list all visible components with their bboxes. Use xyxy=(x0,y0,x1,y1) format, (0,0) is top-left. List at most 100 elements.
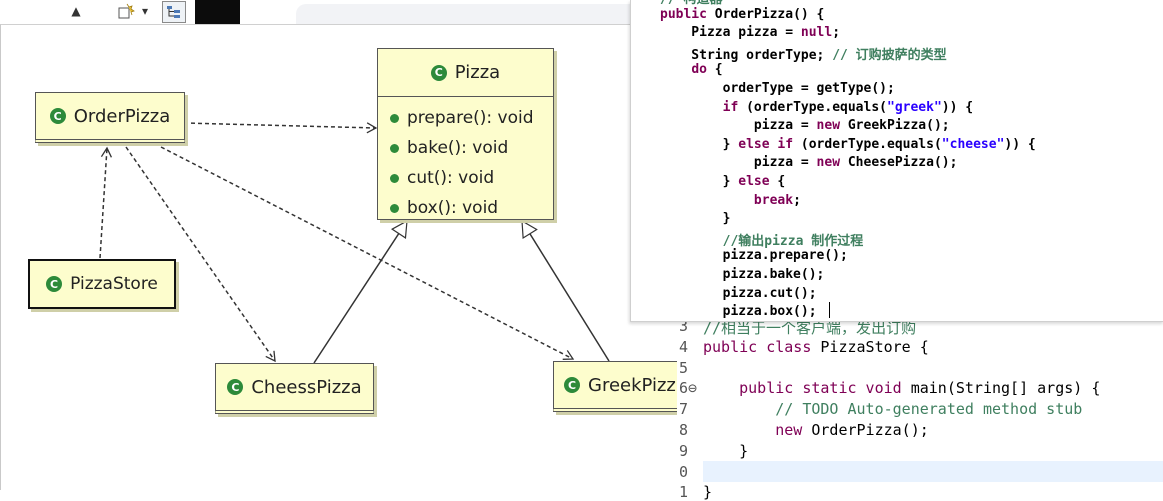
code-token: pizza = xyxy=(660,155,817,171)
code-line[interactable]: break; xyxy=(660,193,801,208)
method-item[interactable]: cut(): void xyxy=(378,163,553,193)
code-line[interactable]: orderType = getType(); xyxy=(660,81,895,96)
code-token: // xyxy=(703,400,803,419)
code-token: pizza.bake(); xyxy=(660,267,825,282)
method-label: prepare(): void xyxy=(407,108,534,128)
public-method-icon xyxy=(390,113,399,123)
code-token: OrderPizza(); xyxy=(811,421,929,439)
code-line[interactable]: pizza.prepare(); xyxy=(660,248,848,263)
code-token: pizza = xyxy=(660,118,817,134)
dark-panel xyxy=(195,0,240,24)
toolbar: ▲ ▾ xyxy=(0,0,300,24)
code-editor-pizzastore[interactable]: 3 4 5 6⊖ 7 8 9 0 1 //相当于一个客户端，发出订购 public class P… xyxy=(677,317,1163,501)
class-header-pizza: C Pizza xyxy=(378,49,553,97)
code-line[interactable]: pizza.cut(); xyxy=(660,286,817,301)
code-token: do xyxy=(691,62,707,78)
line-number: 5 xyxy=(679,358,689,377)
code-line[interactable]: } xyxy=(703,483,712,501)
code-line[interactable]: //输出pizza 制作过程 xyxy=(660,230,864,249)
class-icon: C xyxy=(227,379,244,395)
code-token: PizzaStore { xyxy=(820,337,929,356)
code-line[interactable]: Pizza pizza = null; xyxy=(660,25,840,40)
code-token: OrderPizza() { xyxy=(714,6,825,22)
dropdown-arrow-icon[interactable]: ▾ xyxy=(138,1,152,21)
code-line[interactable]: } else if (orderType.equals("cheese")) { xyxy=(660,137,1036,152)
code-line[interactable]: } else { xyxy=(660,174,786,189)
code-token: )) { xyxy=(1004,136,1036,152)
generalization-cheesspizza-pizza xyxy=(313,219,408,364)
code-line[interactable]: pizza.box(); xyxy=(660,304,817,319)
public-method-icon xyxy=(390,173,399,183)
line-number: 6⊖ xyxy=(679,379,698,398)
class-name-orderpizza: OrderPizza xyxy=(73,105,171,127)
class-name-greekpizza: GreekPizz xyxy=(588,374,676,396)
code-line[interactable]: public static void main(String[] args) { xyxy=(703,379,1100,397)
editor-tab-strip xyxy=(296,4,636,26)
method-label: cut(): void xyxy=(407,168,495,188)
code-token: else xyxy=(738,174,770,189)
class-box-cheesspizza[interactable]: C CheessPizza xyxy=(215,363,374,414)
code-line[interactable]: } xyxy=(660,211,731,226)
code-token: pizza.cut(); xyxy=(660,285,817,301)
code-token: GreekPizza(); xyxy=(840,118,950,134)
code-line[interactable]: new OrderPizza(); xyxy=(703,421,929,439)
method-item[interactable]: box(): void xyxy=(378,193,553,223)
code-line[interactable]: pizza = new CheesePizza(); xyxy=(660,155,958,171)
code-token: new xyxy=(775,421,812,439)
class-icon: C xyxy=(564,377,580,393)
class-icon: C xyxy=(49,108,66,124)
class-box-pizzastore[interactable]: C PizzaStore xyxy=(28,259,176,309)
scroll-up-arrow-icon[interactable]: ▲ xyxy=(66,1,86,21)
code-token: } xyxy=(703,483,713,501)
outline-icon[interactable] xyxy=(162,1,186,23)
code-token: ; xyxy=(832,25,841,41)
class-header-orderpizza: C OrderPizza xyxy=(36,93,184,139)
class-box-orderpizza[interactable]: C OrderPizza xyxy=(35,92,185,143)
line-number: 9 xyxy=(679,441,689,460)
class-icon: C xyxy=(430,64,447,81)
code-token: CheesePizza(); xyxy=(840,155,958,171)
code-token: )) { xyxy=(941,99,974,115)
class-name-cheesspizza: CheessPizza xyxy=(251,376,362,398)
code-token: (orderType.equals( xyxy=(738,99,887,115)
code-line[interactable]: String orderType; // 订购披萨的类型 xyxy=(660,44,946,63)
code-line[interactable]: public OrderPizza() { xyxy=(660,7,824,22)
code-editor-orderpizza[interactable]: // 构造器public OrderPizza() { Pizza pizza … xyxy=(630,0,1163,322)
line-number: 4 xyxy=(679,337,689,356)
class-box-pizza[interactable]: C Pizza prepare(): void bake(): void cut… xyxy=(377,48,554,220)
code-line[interactable]: if (orderType.equals("greek")) { xyxy=(660,100,973,115)
code-line[interactable]: pizza.bake(); xyxy=(660,267,825,282)
new-class-icon[interactable] xyxy=(115,1,137,21)
code-line[interactable]: do { xyxy=(660,62,722,78)
code-token: null xyxy=(800,25,833,41)
code-token: "cheese" xyxy=(941,136,1005,152)
code-token: public static void xyxy=(739,379,911,398)
code-token: } xyxy=(703,441,749,460)
method-label: bake(): void xyxy=(407,138,509,158)
code-line[interactable]: public class PizzaStore { xyxy=(703,338,929,356)
code-token: pizza.box(); xyxy=(660,304,817,320)
code-line[interactable]: // TODO Auto-generated method stub xyxy=(703,400,1082,418)
code-line[interactable]: } xyxy=(703,442,748,460)
code-line[interactable]: pizza = new GreekPizza(); xyxy=(660,118,950,133)
method-list-pizza: prepare(): void bake(): void cut(): void… xyxy=(378,97,553,223)
class-name-pizzastore: PizzaStore xyxy=(70,274,158,294)
code-token: else if xyxy=(738,136,794,152)
current-line-highlight xyxy=(703,461,1163,482)
code-token: if xyxy=(722,99,739,115)
code-token: public class xyxy=(703,337,821,356)
class-icon: C xyxy=(46,276,63,292)
code-token: String orderType; xyxy=(660,47,833,63)
uml-diagram-canvas[interactable]: C Pizza prepare(): void bake(): void cut… xyxy=(0,24,715,490)
code-token: ; xyxy=(793,192,801,208)
line-number: 7 xyxy=(679,400,689,419)
method-item[interactable]: bake(): void xyxy=(378,133,553,163)
line-number: 0 xyxy=(679,462,689,481)
class-name-pizza: Pizza xyxy=(454,62,501,83)
dependency-pizzastore-orderpizza xyxy=(99,146,113,259)
code-token: } xyxy=(660,136,739,152)
code-token: Auto-generated method stub xyxy=(838,400,1083,419)
method-item[interactable]: prepare(): void xyxy=(378,103,553,133)
public-method-icon xyxy=(390,143,399,153)
